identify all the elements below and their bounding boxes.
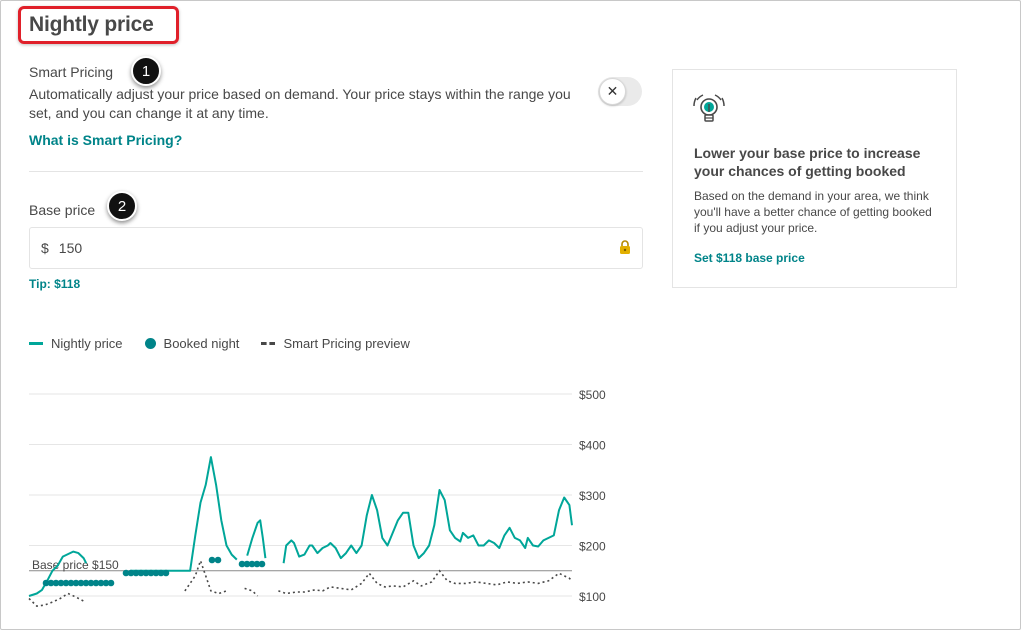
- page-title-highlight: Nightly price: [18, 6, 179, 44]
- legend-dash-swatch: [261, 342, 276, 345]
- set-base-price-link[interactable]: Set $118 base price: [694, 251, 805, 265]
- lightbulb-icon: [691, 92, 727, 133]
- smart-pricing-label: Smart Pricing: [29, 64, 114, 80]
- base-price-field[interactable]: $: [29, 227, 643, 269]
- legend-line-swatch: [29, 342, 43, 345]
- smart-pricing-preview-line: [278, 569, 573, 595]
- y-tick-label: $300: [579, 489, 606, 503]
- y-tick-label: $500: [579, 388, 606, 402]
- y-tick-label: $100: [579, 590, 606, 604]
- nightly-price-line: [282, 489, 573, 564]
- base-price-label: Base price: [29, 202, 96, 218]
- what-is-smart-pricing-link[interactable]: What is Smart Pricing?: [29, 132, 182, 148]
- tip-card: Lower your base price to increase your c…: [672, 69, 957, 288]
- base-price-input[interactable]: [58, 240, 619, 256]
- booked-night-dot: [258, 560, 266, 568]
- currency-symbol: $: [41, 240, 49, 256]
- chart-legend: Nightly price Booked night Smart Pricing…: [29, 336, 432, 351]
- callout-badge-1: 1: [131, 56, 161, 86]
- smart-pricing-preview-line: [244, 587, 259, 597]
- page-title: Nightly price: [29, 13, 154, 36]
- legend-label: Nightly price: [51, 336, 123, 351]
- base-price-line-label: Base price $150: [32, 558, 119, 572]
- legend-item-smart-pricing-preview: Smart Pricing preview: [261, 336, 410, 351]
- tip-card-body: Based on the demand in your area, we thi…: [694, 189, 932, 235]
- booked-night-dot: [162, 569, 170, 577]
- tip-card-title: Lower your base price to increase your c…: [694, 145, 921, 179]
- legend-dot-swatch: [144, 338, 156, 349]
- section-divider: [29, 171, 643, 172]
- booked-night-dot: [214, 556, 222, 564]
- legend-label: Booked night: [163, 336, 240, 351]
- x-icon: ✕: [599, 78, 626, 105]
- smart-pricing-toggle[interactable]: ✕: [598, 77, 642, 106]
- lock-icon: [619, 239, 631, 257]
- booked-night-dot: [208, 556, 216, 564]
- y-tick-label: $400: [579, 439, 606, 453]
- callout-badge-2: 2: [107, 191, 137, 221]
- nightly-price-line: [246, 519, 267, 559]
- nightly-price-chart: $500 $400 $300 $200 $100 Base price $150: [28, 388, 606, 607]
- y-tick-label: $200: [579, 540, 606, 554]
- smart-pricing-preview-line: [28, 592, 84, 607]
- legend-item-nightly-price: Nightly price: [29, 336, 123, 351]
- booked-night-dot: [107, 579, 115, 587]
- tip-text: Tip: $118: [29, 277, 81, 291]
- smart-pricing-description: Automatically adjust your price based on…: [29, 86, 571, 121]
- nightly-price-line: [130, 456, 238, 572]
- legend-label: Smart Pricing preview: [283, 336, 410, 351]
- legend-item-booked-night: Booked night: [144, 336, 240, 351]
